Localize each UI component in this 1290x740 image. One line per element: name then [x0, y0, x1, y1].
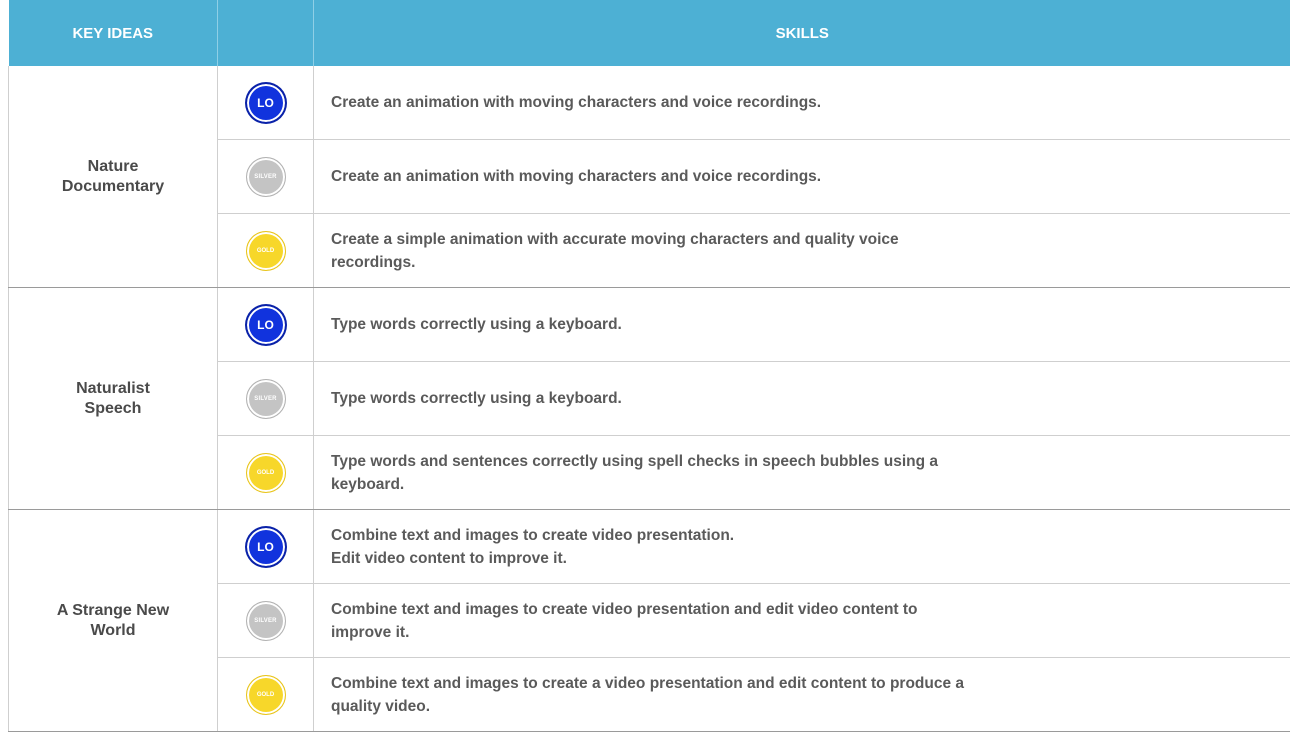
table-body: Nature Documentary LO Create an animation w…: [8, 66, 1290, 732]
skill-description: Create an animation with moving characte…: [313, 66, 1290, 140]
skills-table: KEY IDEAS SKILLS Nature Documentary LO Crea…: [8, 0, 1290, 732]
key-idea-line: Documentary: [61, 177, 165, 195]
silver-badge-icon: SILVER: [245, 378, 286, 419]
skill-text-line: Edit video content to improve it.: [331, 549, 567, 567]
skill-text-line: keyboard.: [331, 475, 405, 493]
skill-description: Type words correctly using a keyboard.: [313, 287, 1290, 362]
skill-text-line: Create an animation with moving characte…: [331, 94, 822, 111]
key-idea-line: Speech: [84, 399, 142, 417]
gold-badge-icon: GOLD: [245, 674, 286, 715]
skill-text-line: Type words and sentences correctly using…: [331, 452, 938, 470]
skill-description: Type words and sentences correctly using…: [313, 435, 1290, 510]
table-row: A Strange New World LO Combine text and ima…: [8, 509, 1290, 732]
lo-badge-icon: LO: [245, 304, 286, 345]
skill-description: Create a simple animation with accurate …: [313, 213, 1290, 288]
key-idea-line: Naturalist: [76, 379, 150, 397]
skill-description: Create an animation with moving characte…: [313, 139, 1290, 214]
badge-cell: SILVER: [217, 361, 314, 436]
skill-text-line: Create an animation with moving characte…: [331, 168, 822, 185]
key-idea-line: World: [90, 621, 136, 639]
skill-text-line: recordings.: [331, 253, 416, 271]
key-idea-cell: Nature Documentary: [8, 66, 218, 288]
badge-cell: SILVER: [217, 139, 314, 214]
key-idea-line: A Strange New: [56, 601, 170, 619]
skill-text-line: improve it.: [331, 623, 410, 641]
badge-cell: LO: [217, 287, 314, 362]
skill-description: Type words correctly using a keyboard.: [313, 361, 1290, 436]
badge-cell: SILVER: [217, 583, 314, 658]
skill-text-line: Type words correctly using a keyboard.: [331, 390, 622, 407]
skill-text-line: Type words correctly using a keyboard.: [331, 316, 622, 333]
key-idea-line: Nature: [87, 157, 139, 175]
skill-text-line: Create a simple animation with accurate …: [331, 230, 899, 248]
silver-badge-icon: SILVER: [245, 600, 286, 641]
skill-text-line: Combine text and images to create a vide…: [331, 674, 965, 692]
gold-badge-icon: GOLD: [245, 452, 286, 493]
skill-description: Combine text and images to create a vide…: [313, 657, 1290, 732]
badge-cell: GOLD: [217, 213, 314, 288]
silver-badge-icon: SILVER: [245, 156, 286, 197]
skill-text-line: quality video.: [331, 697, 431, 715]
badge-cell: GOLD: [217, 435, 314, 510]
skills-header: SKILLS: [313, 0, 1290, 66]
skill-description: Combine text and images to create video …: [313, 583, 1290, 658]
skill-text-line: Combine text and images to create video …: [331, 600, 918, 618]
table-row: Nature Documentary LO Create an animation w…: [8, 66, 1290, 288]
skill-description: Combine text and images to create video …: [313, 509, 1290, 584]
badge-cell: LO: [217, 509, 314, 584]
lo-badge-icon: LO: [245, 82, 286, 123]
lo-badge-icon: LO: [245, 526, 286, 567]
key-idea-cell: A Strange New World: [8, 509, 218, 732]
gold-badge-icon: GOLD: [245, 230, 286, 271]
table-row: Naturalist Speech LO Type words correctly u…: [8, 287, 1290, 510]
key-idea-cell: Naturalist Speech: [8, 287, 218, 510]
badge-cell: GOLD: [217, 657, 314, 732]
table-header-row: KEY IDEAS SKILLS: [8, 0, 1290, 66]
badge-header: [217, 0, 314, 66]
key-ideas-header: KEY IDEAS: [8, 0, 218, 66]
skill-text-line: Combine text and images to create video …: [331, 526, 735, 544]
badge-cell: LO: [217, 66, 314, 140]
